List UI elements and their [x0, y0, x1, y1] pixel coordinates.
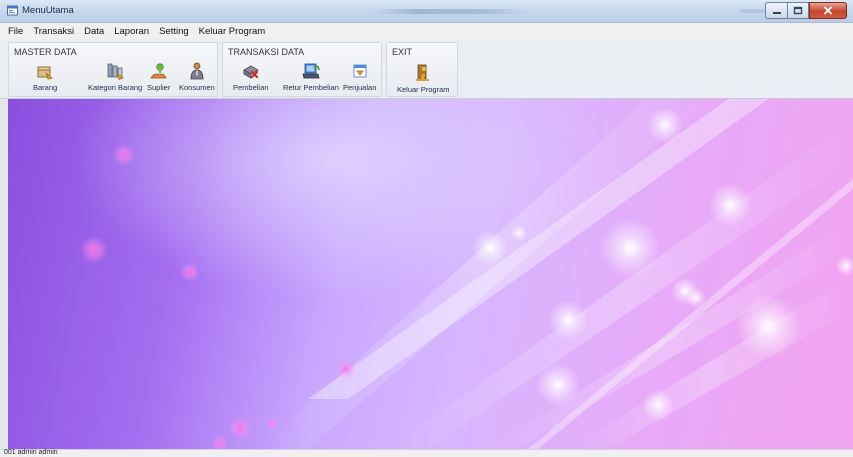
bokeh-light [472, 230, 508, 266]
exit-icon [416, 64, 430, 81]
bokeh-pink [336, 359, 356, 379]
window-controls [765, 2, 847, 19]
group-title-exit: EXIT [392, 47, 413, 57]
close-button[interactable] [809, 2, 847, 19]
minimize-icon [772, 11, 781, 14]
bokeh-light [836, 256, 853, 276]
bokeh-light [511, 225, 527, 241]
bokeh-light [548, 300, 588, 340]
group-master-data: MASTER DATA Barang Kategori Barang Supli… [8, 42, 218, 97]
group-exit: EXIT Keluar Program [386, 42, 458, 97]
mdi-background [8, 99, 853, 449]
purchase-icon [242, 65, 259, 79]
bokeh-pink [228, 416, 252, 440]
bokeh-pink [80, 236, 108, 264]
status-bar: 001 admin admin [0, 449, 853, 457]
bokeh-light [536, 363, 580, 407]
supplier-icon [149, 63, 167, 79]
ribbon-toolbar: MASTER DATA Barang Kategori Barang Supli… [0, 39, 853, 99]
close-icon [824, 6, 832, 15]
retur-pembelian-label: Retur Pembelian [283, 83, 339, 92]
bokeh-pink [113, 144, 135, 166]
menu-keluar-program[interactable]: Keluar Program [194, 26, 271, 37]
title-bar: MenuUtama [0, 0, 853, 23]
menu-setting[interactable]: Setting [154, 26, 194, 37]
penjualan-label: Penjualan [343, 83, 377, 92]
return-icon [302, 63, 320, 79]
bokeh-light [686, 288, 706, 308]
suplier-button[interactable]: Suplier [147, 61, 170, 92]
status-user-info: 001 admin admin [4, 449, 58, 456]
title-bar-blur [370, 9, 530, 14]
kategori-barang-label: Kategori Barang [88, 83, 143, 92]
bokeh-light [642, 389, 674, 421]
mdi-left-edge [0, 99, 8, 449]
pembelian-button[interactable]: Pembelian [233, 61, 268, 92]
box-icon [37, 66, 53, 80]
group-title-master-data: MASTER DATA [14, 47, 77, 57]
konsumen-button[interactable]: Konsumen [179, 61, 215, 92]
penjualan-button[interactable]: Penjualan [343, 61, 376, 92]
group-transaksi-data: TRANSAKSI DATA Pembelian Retur Pembelian [222, 42, 382, 97]
bokeh-light [647, 107, 683, 143]
bokeh-pink [180, 262, 200, 282]
barang-button[interactable]: Barang [33, 61, 57, 92]
minimize-button[interactable] [765, 2, 787, 19]
category-icon [107, 63, 124, 81]
background-decoration [80, 99, 853, 449]
menu-transaksi[interactable]: Transaksi [28, 26, 79, 37]
sales-icon [353, 64, 367, 78]
keluar-program-button[interactable]: Keluar Program [397, 63, 450, 94]
menu-data[interactable]: Data [79, 26, 109, 37]
menu-bar: File Transaksi Data Laporan Setting Kelu… [0, 23, 853, 39]
konsumen-label: Konsumen [179, 83, 215, 92]
bokeh-pink [211, 435, 229, 449]
form-app-icon [7, 5, 18, 16]
maximize-icon [793, 6, 803, 15]
bokeh-light [708, 183, 752, 227]
menu-file[interactable]: File [3, 26, 28, 37]
suplier-label: Suplier [147, 83, 171, 92]
customer-icon [190, 62, 204, 80]
group-title-transaksi-data: TRANSAKSI DATA [228, 47, 305, 57]
keluar-program-label: Keluar Program [397, 85, 450, 94]
menu-laporan[interactable]: Laporan [109, 26, 154, 37]
barang-label: Barang [33, 83, 58, 92]
retur-pembelian-button[interactable]: Retur Pembelian [283, 61, 339, 92]
maximize-button[interactable] [787, 2, 809, 19]
window-title: MenuUtama [22, 5, 74, 16]
pembelian-label: Pembelian [233, 83, 269, 92]
bokeh-pink [266, 417, 278, 429]
kategori-barang-button[interactable]: Kategori Barang [88, 61, 142, 92]
bokeh-light [736, 294, 800, 358]
bokeh-light [600, 218, 660, 278]
